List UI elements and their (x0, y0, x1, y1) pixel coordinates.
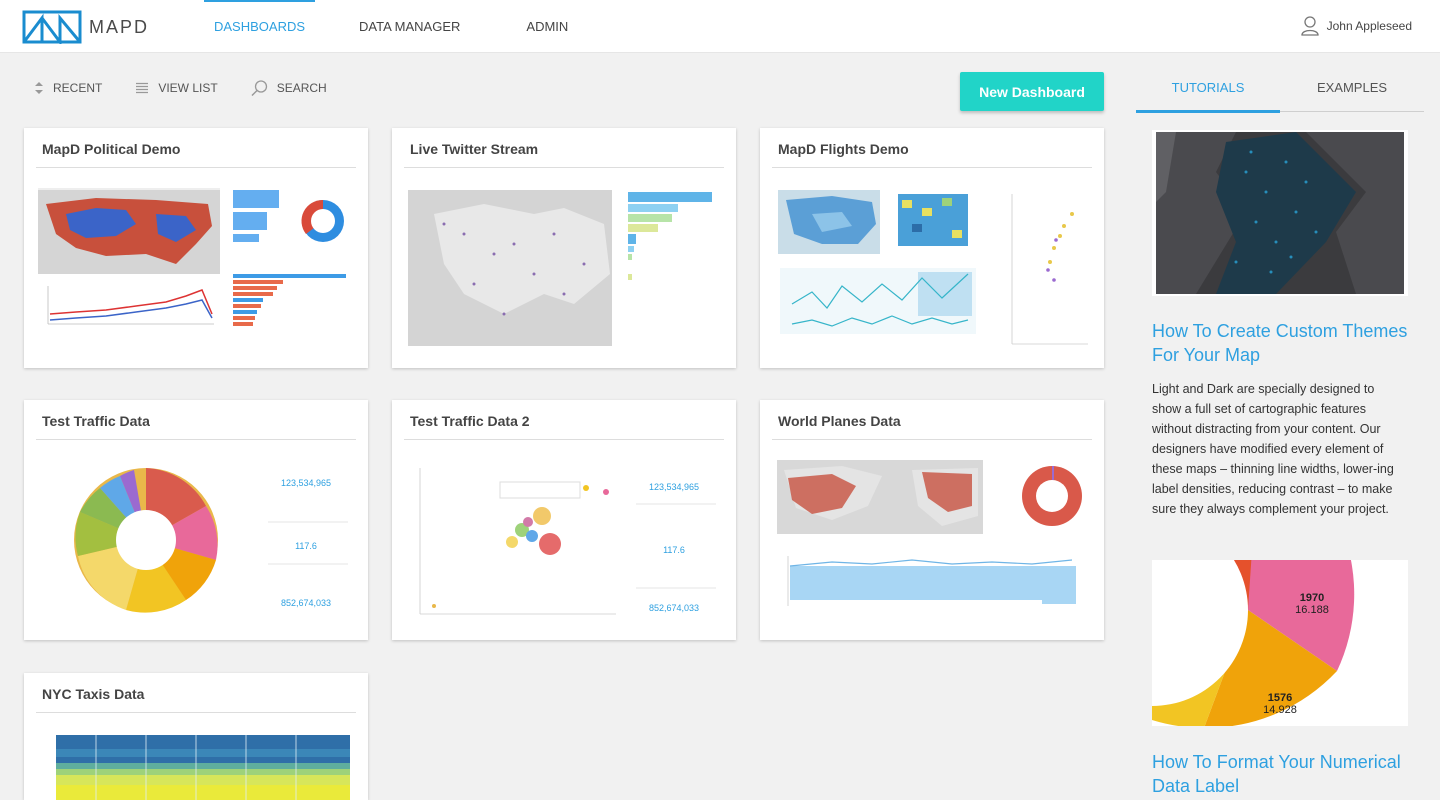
card-divider (36, 439, 356, 440)
count-value: 123,534,965 (649, 482, 699, 492)
nav-data-manager[interactable]: DATA MANAGER (349, 0, 470, 53)
card-divider (404, 439, 724, 440)
dark-map-thumbnail (1156, 132, 1404, 294)
view-list-label: VIEW LIST (158, 81, 218, 95)
dashboard-card-traffic[interactable]: Test Traffic Data 123,534,965 117.6 852,… (24, 400, 368, 640)
dashboard-card-traffic-2[interactable]: Test Traffic Data 2 123,534,965 117.6 85… (392, 400, 736, 640)
tab-examples[interactable]: EXAMPLES (1280, 62, 1424, 112)
recent-label: RECENT (53, 81, 103, 95)
label-key: 1970 (1299, 592, 1325, 604)
avg-value: 117.6 (295, 541, 317, 551)
dashboard-card-taxis[interactable]: NYC Taxis Data (24, 673, 368, 800)
view-list-button[interactable]: VIEW LIST (135, 81, 218, 95)
avg-value: 117.6 (663, 545, 685, 555)
tutorial-title-numerical-label[interactable]: How To Format Your Numerical Data Label (1152, 750, 1422, 798)
card-title: NYC Taxis Data (42, 686, 145, 702)
card-title: MapD Political Demo (42, 141, 181, 157)
dashboard-thumbnail (56, 735, 350, 800)
tab-tutorials[interactable]: TUTORIALS (1136, 62, 1280, 113)
total-value: 852,674,033 (281, 598, 331, 608)
main-nav: DASHBOARDS DATA MANAGER ADMIN (204, 0, 578, 53)
tutorial-donut-image[interactable]: 1970 16.188 1576 14.928 (1152, 560, 1408, 726)
tutorial-description: Light and Dark are specially designed to… (1152, 382, 1394, 516)
dashboard-thumbnail: 123,534,965 117.6 852,674,033 (419, 468, 716, 615)
card-title: Test Traffic Data (42, 413, 150, 429)
nav-dashboards[interactable]: DASHBOARDS (204, 0, 316, 53)
dashboard-card-twitter[interactable]: Live Twitter Stream (392, 128, 736, 368)
dashboard-thumbnail (778, 190, 1088, 345)
donut-label-1970: 1970 16.188 (1272, 592, 1352, 616)
dashboard-thumbnail (777, 460, 1082, 606)
search-button[interactable]: SEARCH (251, 80, 327, 96)
new-dashboard-button[interactable]: New Dashboard (960, 72, 1104, 111)
search-icon (251, 80, 267, 96)
dashboard-thumbnail (408, 190, 712, 346)
count-value: 123,534,965 (281, 478, 331, 488)
label-value: 16.188 (1295, 604, 1329, 616)
tutorial-title-custom-themes[interactable]: How To Create Custom Themes For Your Map (1152, 319, 1422, 367)
user-icon (1300, 16, 1319, 36)
card-divider (404, 167, 724, 168)
dashboard-toolbar: RECENT VIEW LIST SEARCH (34, 80, 360, 96)
dashboard-card-flights[interactable]: MapD Flights Demo (760, 128, 1104, 368)
card-title: MapD Flights Demo (778, 141, 909, 157)
dashboard-thumbnail (38, 188, 346, 326)
logo-text: MAPD (89, 16, 150, 37)
top-bar: MAPD DASHBOARDS DATA MANAGER ADMIN John … (0, 0, 1440, 53)
card-title: Test Traffic Data 2 (410, 413, 530, 429)
user-name: John Appleseed (1326, 19, 1412, 33)
dashboard-card-political[interactable]: MapD Political Demo (24, 128, 368, 368)
tutorials-panel: TUTORIALS EXAMPLES How To Create Custom … (1136, 62, 1424, 800)
card-divider (36, 167, 356, 168)
nav-admin[interactable]: ADMIN (516, 0, 578, 53)
dashboard-card-planes[interactable]: World Planes Data (760, 400, 1104, 640)
card-title: World Planes Data (778, 413, 901, 429)
card-divider (772, 167, 1092, 168)
total-value: 852,674,033 (649, 603, 699, 613)
search-label: SEARCH (276, 81, 327, 95)
panel-tabs: TUTORIALS EXAMPLES (1136, 62, 1424, 113)
card-title: Live Twitter Stream (410, 141, 539, 157)
donut-label-1576: 1576 14.928 (1240, 692, 1320, 716)
label-key: 1576 (1267, 692, 1293, 704)
list-icon (136, 82, 149, 94)
card-divider (772, 439, 1092, 440)
mapd-logo[interactable]: MAPD (22, 10, 152, 44)
user-menu[interactable]: John Appleseed (1300, 16, 1412, 36)
tutorial-map-image[interactable] (1152, 130, 1408, 296)
sort-icon (35, 82, 43, 94)
sort-recent-button[interactable]: RECENT (34, 81, 102, 95)
label-value: 14.928 (1263, 704, 1297, 716)
dashboard-thumbnail: 123,534,965 117.6 852,674,033 (74, 468, 348, 613)
mapd-logo-icon (22, 10, 82, 44)
card-divider (36, 712, 356, 713)
